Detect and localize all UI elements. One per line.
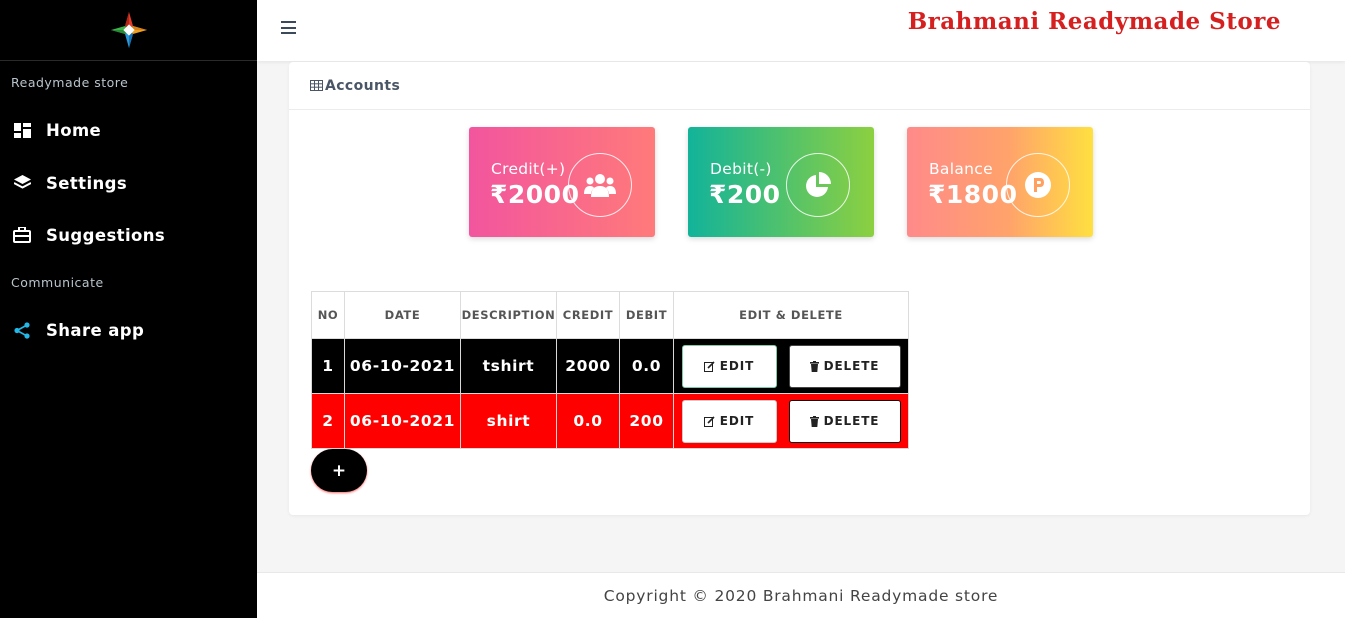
trash-icon [809,360,819,372]
table-header-row: NO DATE DESCRIPTION CREDIT DEBIT EDIT & … [311,291,909,339]
edit-label: EDIT [719,359,755,373]
sidebar-item-settings[interactable]: Settings [12,173,127,193]
cell-no: 1 [311,338,345,394]
edit-button[interactable]: EDIT [681,344,777,388]
credit-stat-box: Credit(+) ₹2000 [469,127,655,237]
col-header-debit: DEBIT [619,291,674,339]
edit-icon [703,415,715,427]
copyright-text: Copyright © 2020 Brahmani Readymade stor… [603,586,999,605]
layers-icon [12,173,32,193]
sidebar: Readymade store Home Settings Suggestion… [0,0,257,618]
credit-value: ₹2000 [490,180,580,209]
accounts-table: NO DATE DESCRIPTION CREDIT DEBIT EDIT & … [311,291,909,449]
footer: Copyright © 2020 Brahmani Readymade stor… [257,572,1345,618]
edit-button[interactable]: EDIT [681,399,777,443]
col-header-credit: CREDIT [556,291,620,339]
cell-description: tshirt [460,338,557,394]
parking-icon [1006,153,1070,217]
sidebar-item-label: Home [46,120,102,140]
debit-stat-box: Debit(-) ₹200 [688,127,874,237]
credit-label: Credit(+) [491,160,566,178]
pie-chart-icon [786,153,850,217]
table-row: 1 06-10-2021 tshirt 2000 0.0 EDIT DELETE [311,338,909,394]
card-title: Accounts [325,77,401,94]
plus-icon: + [331,460,347,481]
edit-icon [703,360,715,372]
sidebar-item-suggestions[interactable]: Suggestions [12,225,165,245]
dashboard-icon [12,120,32,140]
debit-value: ₹200 [709,180,781,209]
top-bar: Brahmani Readymade Store [257,0,1345,61]
delete-label: DELETE [823,414,880,428]
users-icon [568,153,632,217]
table-icon [310,80,323,91]
brand-title: Brahmani Readymade Store [907,8,1281,35]
col-header-description: DESCRIPTION [460,291,557,339]
cell-actions: EDIT DELETE [673,393,909,449]
balance-value: ₹1800 [928,180,1018,209]
balance-stat-box: Balance ₹1800 [907,127,1093,237]
cell-actions: EDIT DELETE [673,338,909,394]
delete-button[interactable]: DELETE [788,399,901,443]
delete-label: DELETE [823,359,880,373]
cell-date: 06-10-2021 [344,338,461,394]
share-icon [12,320,32,340]
debit-label: Debit(-) [710,160,772,178]
sidebar-item-share-app[interactable]: Share app [12,320,144,340]
menu-toggle-icon[interactable] [281,21,296,35]
balance-label: Balance [929,160,993,178]
logo-icon [110,12,147,48]
briefcase-icon [12,225,32,245]
col-header-date: DATE [344,291,461,339]
logo[interactable] [0,0,257,61]
sidebar-item-label: Share app [46,320,145,340]
card-header: Accounts [289,62,1310,110]
col-header-no: NO [311,291,345,339]
cell-no: 2 [311,393,345,449]
cell-debit: 200 [619,393,674,449]
cell-credit: 0.0 [556,393,620,449]
sidebar-item-label: Suggestions [46,225,166,245]
sidebar-section-communicate: Communicate [11,275,104,290]
add-entry-button[interactable]: + [311,449,367,492]
delete-button[interactable]: DELETE [788,344,901,388]
cell-description: shirt [460,393,557,449]
edit-label: EDIT [719,414,755,428]
cell-date: 06-10-2021 [344,393,461,449]
sidebar-section-main: Readymade store [11,75,129,90]
cell-debit: 0.0 [619,338,674,394]
table-row: 2 06-10-2021 shirt 0.0 200 EDIT DELETE [311,393,909,449]
sidebar-item-label: Settings [46,173,128,193]
sidebar-item-home[interactable]: Home [12,120,101,140]
cell-credit: 2000 [556,338,620,394]
trash-icon [809,415,819,427]
col-header-actions: EDIT & DELETE [673,291,909,339]
